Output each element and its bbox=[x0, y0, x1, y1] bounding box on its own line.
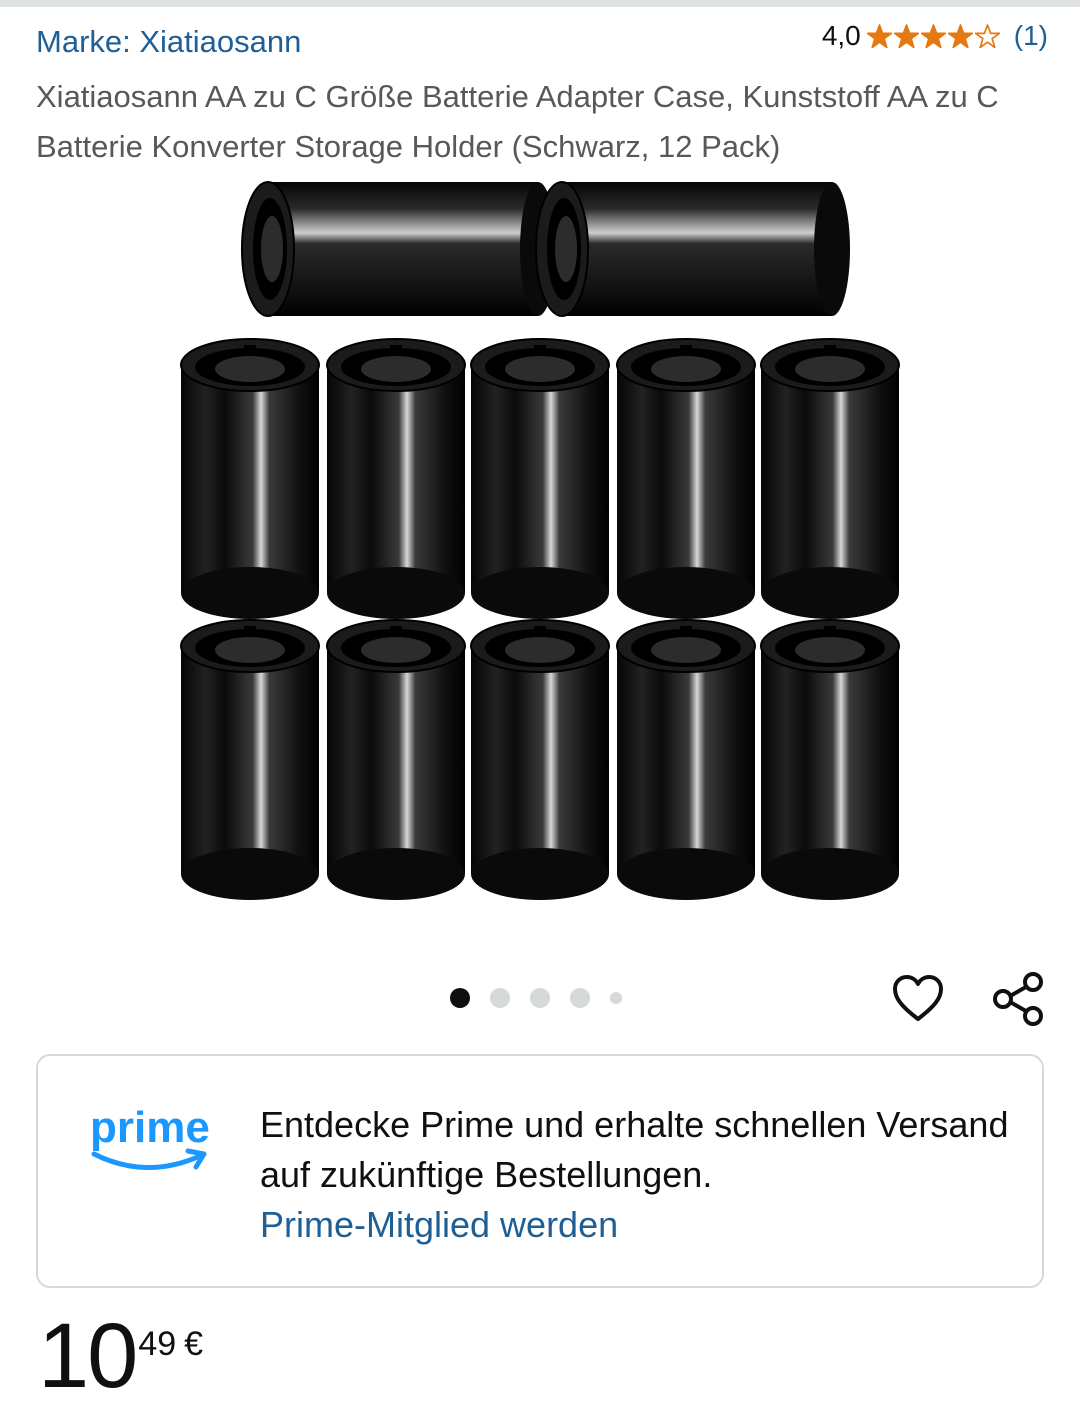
battery-adapter-horizontal bbox=[241, 181, 556, 317]
star-filled-icon bbox=[866, 23, 892, 48]
pagination-dot[interactable] bbox=[530, 988, 550, 1008]
product-image[interactable] bbox=[170, 172, 910, 902]
pagination-dot[interactable] bbox=[610, 992, 622, 1004]
share-icon bbox=[993, 972, 1043, 1026]
battery-adapter-upright bbox=[470, 619, 610, 900]
share-button[interactable] bbox=[990, 970, 1048, 1028]
battery-adapter-upright bbox=[470, 338, 610, 619]
prime-promo-card[interactable]: prime Entdecke Prime und erhalte schnell… bbox=[36, 1054, 1044, 1288]
star-filled-icon bbox=[947, 23, 973, 48]
battery-adapter-upright bbox=[180, 619, 320, 900]
prime-logo: prime bbox=[90, 1103, 210, 1170]
prime-logo-text: prime bbox=[90, 1103, 210, 1152]
star-filled-icon bbox=[920, 23, 946, 48]
battery-adapter-upright bbox=[616, 619, 756, 900]
pagination-dot[interactable] bbox=[570, 988, 590, 1008]
star-empty-icon bbox=[974, 23, 1000, 48]
battery-adapter-upright bbox=[326, 338, 466, 619]
price-currency: € bbox=[184, 1325, 204, 1363]
image-pagination[interactable] bbox=[450, 988, 642, 1008]
prime-signup-link[interactable]: Prime-Mitglied werden bbox=[260, 1200, 618, 1250]
rating-value: 4,0 bbox=[821, 20, 861, 51]
star-filled-icon bbox=[893, 23, 919, 48]
price: 10 49 € bbox=[38, 1306, 203, 1406]
wishlist-button[interactable] bbox=[891, 972, 945, 1026]
battery-adapter-upright bbox=[616, 338, 756, 619]
price-whole: 10 bbox=[38, 1305, 138, 1407]
battery-adapter-upright bbox=[760, 338, 900, 619]
product-title: Xiatiaosann AA zu C Größe Batterie Adapt… bbox=[36, 79, 999, 164]
heart-icon bbox=[893, 975, 943, 1021]
battery-adapter-upright bbox=[326, 619, 466, 900]
pagination-dot[interactable] bbox=[490, 988, 510, 1008]
price-fraction: 49 bbox=[138, 1325, 177, 1363]
prime-promo-text: Entdecke Prime und erhalte schnellen Ver… bbox=[260, 1104, 1009, 1195]
pagination-dot-active[interactable] bbox=[450, 988, 470, 1008]
battery-adapter-horizontal bbox=[535, 181, 850, 317]
top-divider bbox=[0, 0, 1080, 7]
rating-summary[interactable]: 4,0 (1) bbox=[822, 20, 1048, 52]
star-rating bbox=[866, 23, 1002, 49]
battery-adapter-upright bbox=[180, 338, 320, 619]
rating-count-link[interactable]: (1) bbox=[1014, 20, 1048, 52]
brand-link[interactable]: Marke: Xiatiaosann bbox=[36, 24, 301, 60]
battery-adapter-upright bbox=[760, 619, 900, 900]
